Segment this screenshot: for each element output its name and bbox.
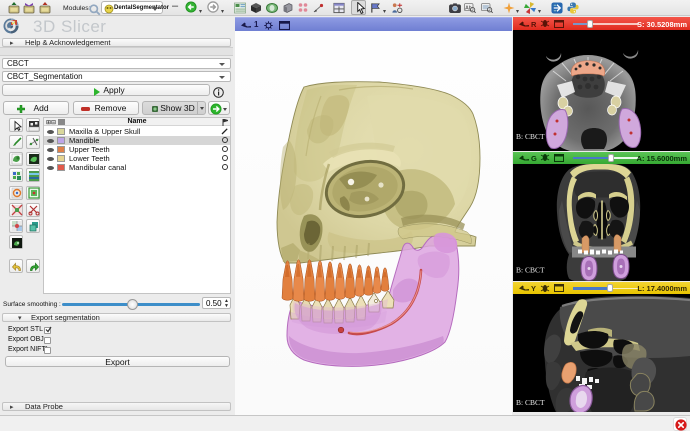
svg-text:B: CBCT: B: CBCT xyxy=(516,398,545,407)
svg-text:B: CBCT: B: CBCT xyxy=(516,265,545,274)
svg-text:B: CBCT: B: CBCT xyxy=(516,132,545,141)
